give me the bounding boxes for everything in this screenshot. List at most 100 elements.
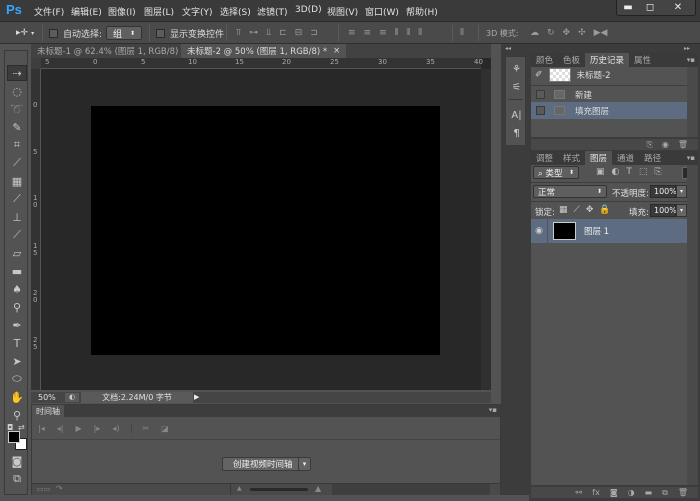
gradient-tool-icon[interactable]: ▬: [7, 263, 27, 279]
panel-menu-icon[interactable]: ▾▪: [687, 151, 695, 165]
tab-color[interactable]: 颜色: [531, 53, 558, 67]
tab-properties[interactable]: 属性: [629, 53, 656, 67]
filter-type-icon[interactable]: T: [626, 167, 632, 177]
eye-icon[interactable]: ◉: [531, 226, 547, 236]
history-brush-tool-icon[interactable]: ⟋: [7, 227, 27, 243]
tab-layers[interactable]: 图层: [585, 151, 613, 165]
prev-frame-icon[interactable]: ◂|: [57, 424, 64, 433]
delete-layer-icon[interactable]: 🗑: [678, 488, 688, 497]
lock-position-icon[interactable]: ✥: [586, 205, 594, 215]
menu-type[interactable]: 文字(Y): [182, 5, 213, 18]
vertical-scrollbar[interactable]: [481, 69, 491, 390]
history-source-checkbox[interactable]: [536, 106, 545, 115]
clone-stamp-tool-icon[interactable]: ⊥: [7, 209, 27, 225]
character-panel-icon[interactable]: A|: [509, 107, 524, 123]
history-item-selected[interactable]: 填充图层: [531, 102, 687, 119]
menu-edit[interactable]: 编辑(E): [71, 5, 102, 18]
vertical-ruler[interactable]: 0 5 10 15 20 25: [31, 69, 41, 390]
new-group-icon[interactable]: ▬: [645, 488, 653, 497]
foreground-color-swatch[interactable]: [8, 431, 20, 443]
create-video-timeline-button[interactable]: 创建视频时间轴: [222, 457, 304, 471]
filter-adjustment-icon[interactable]: ◐: [612, 167, 620, 177]
history-scrollbar[interactable]: [687, 67, 698, 137]
first-frame-icon[interactable]: |◂: [38, 424, 45, 433]
3d-scale-icon[interactable]: ▶◀: [594, 28, 608, 38]
ellipse-tool-icon[interactable]: ⬭: [7, 371, 27, 387]
fill-slider-button[interactable]: ▾: [676, 204, 687, 217]
transition-icon[interactable]: ◪: [161, 424, 169, 433]
tab-history[interactable]: 历史记录: [585, 53, 630, 67]
distribute-right-icon[interactable]: ⫴: [418, 28, 422, 38]
blur-tool-icon[interactable]: ♠: [7, 281, 27, 297]
history-brush-source-icon[interactable]: ✐: [535, 70, 543, 80]
play-icon[interactable]: ▶: [75, 424, 81, 433]
collapse-panels-icon[interactable]: ▸▸: [684, 45, 690, 52]
zoom-slider[interactable]: [250, 488, 308, 491]
menu-view[interactable]: 视图(V): [327, 5, 358, 18]
fx-icon[interactable]: fx: [592, 488, 600, 497]
auto-align-icon[interactable]: ⦀: [460, 28, 464, 38]
layer-name[interactable]: 图层 1: [584, 225, 609, 237]
menu-select[interactable]: 选择(S): [220, 5, 251, 18]
menu-layer[interactable]: 图层(L): [144, 5, 174, 18]
ruler-origin[interactable]: [31, 58, 41, 69]
brush-tool-icon[interactable]: ⟋: [7, 191, 27, 207]
lock-pixels-icon[interactable]: ⟋: [574, 205, 580, 215]
timeline-dropdown-button[interactable]: ▾: [298, 457, 311, 471]
fill-input[interactable]: 100%: [650, 204, 677, 217]
healing-brush-tool-icon[interactable]: ▦: [7, 173, 27, 189]
path-select-tool-icon[interactable]: ➤: [7, 353, 27, 369]
tab-channels[interactable]: 通道: [612, 151, 639, 165]
horizontal-ruler[interactable]: 5 0 5 10 15 20 25 30 35 40: [41, 58, 483, 69]
distribute-left-icon[interactable]: ⫴: [395, 28, 399, 38]
adjustment-layer-icon[interactable]: ◑: [628, 488, 635, 497]
tab-paths[interactable]: 路径: [639, 151, 666, 165]
status-menu-icon[interactable]: ◐: [65, 393, 79, 402]
panel-menu-icon[interactable]: ▾▪: [489, 406, 497, 414]
pen-tool-icon[interactable]: ✒: [7, 317, 27, 333]
menu-file[interactable]: 文件(F): [34, 5, 64, 18]
filter-smart-object-icon[interactable]: ⎘: [654, 167, 661, 177]
eyedropper-tool-icon[interactable]: ⟋: [7, 155, 27, 171]
3d-slide-icon[interactable]: ✣: [578, 28, 586, 38]
align-left-icon[interactable]: ⊏: [279, 28, 287, 38]
tab-document-1[interactable]: 未标题-1 @ 62.4% (图层 1, RGB/8) *×: [31, 44, 204, 58]
panel-menu-icon[interactable]: ▾▪: [687, 53, 695, 67]
menu-help[interactable]: 帮助(H): [406, 5, 438, 18]
auto-select-checkbox[interactable]: 自动选择:: [49, 22, 102, 44]
zoom-level[interactable]: 50%: [38, 393, 56, 402]
3d-orbit-icon[interactable]: ☁: [530, 28, 539, 38]
tab-styles[interactable]: 样式: [558, 151, 585, 165]
dodge-tool-icon[interactable]: ⚲: [7, 299, 27, 315]
quick-mask-icon[interactable]: ◙: [7, 453, 27, 469]
tab-document-2[interactable]: 未标题-2 @ 50% (图层 1, RGB/8) * ×: [181, 44, 347, 58]
tab-swatches[interactable]: 色板: [558, 53, 585, 67]
align-hcenter-icon[interactable]: ⊟: [295, 28, 303, 38]
auto-select-dropdown[interactable]: 组 ⬍: [106, 26, 143, 40]
show-transform-checkbox[interactable]: 显示变换控件: [156, 22, 224, 44]
brush-presets-icon[interactable]: ⚘: [509, 61, 524, 77]
history-source-checkbox[interactable]: [536, 90, 545, 99]
blend-mode-dropdown[interactable]: 正常 ⬍: [533, 185, 607, 198]
distribute-top-icon[interactable]: ≡: [348, 28, 356, 38]
document-canvas[interactable]: [91, 106, 440, 355]
distribute-hcenter-icon[interactable]: ⫴: [406, 28, 410, 38]
split-icon[interactable]: ✂: [131, 424, 149, 433]
align-vcenter-icon[interactable]: ⊶: [249, 28, 258, 38]
screen-mode-icon[interactable]: ⧉: [7, 471, 27, 487]
opacity-input[interactable]: 100%: [650, 185, 677, 198]
add-mask-icon[interactable]: ◙: [610, 488, 618, 497]
type-tool-icon[interactable]: T: [7, 335, 27, 351]
maximize-button[interactable]: ◻: [639, 0, 661, 15]
filter-pixel-icon[interactable]: ▣: [596, 167, 605, 177]
menu-window[interactable]: 窗口(W): [365, 5, 399, 18]
eraser-tool-icon[interactable]: ▱: [7, 245, 27, 261]
align-bottom-icon[interactable]: ⫫: [266, 28, 271, 38]
close-button[interactable]: ✕: [661, 0, 695, 15]
new-layer-icon[interactable]: ⧉: [662, 488, 668, 498]
history-item[interactable]: 新建: [531, 86, 687, 103]
tab-adjustments[interactable]: 调整: [531, 151, 558, 165]
distribute-vcenter-icon[interactable]: ≡: [364, 28, 372, 38]
layers-scrollbar[interactable]: [687, 165, 698, 485]
menu-image[interactable]: 图像(I): [108, 5, 136, 18]
